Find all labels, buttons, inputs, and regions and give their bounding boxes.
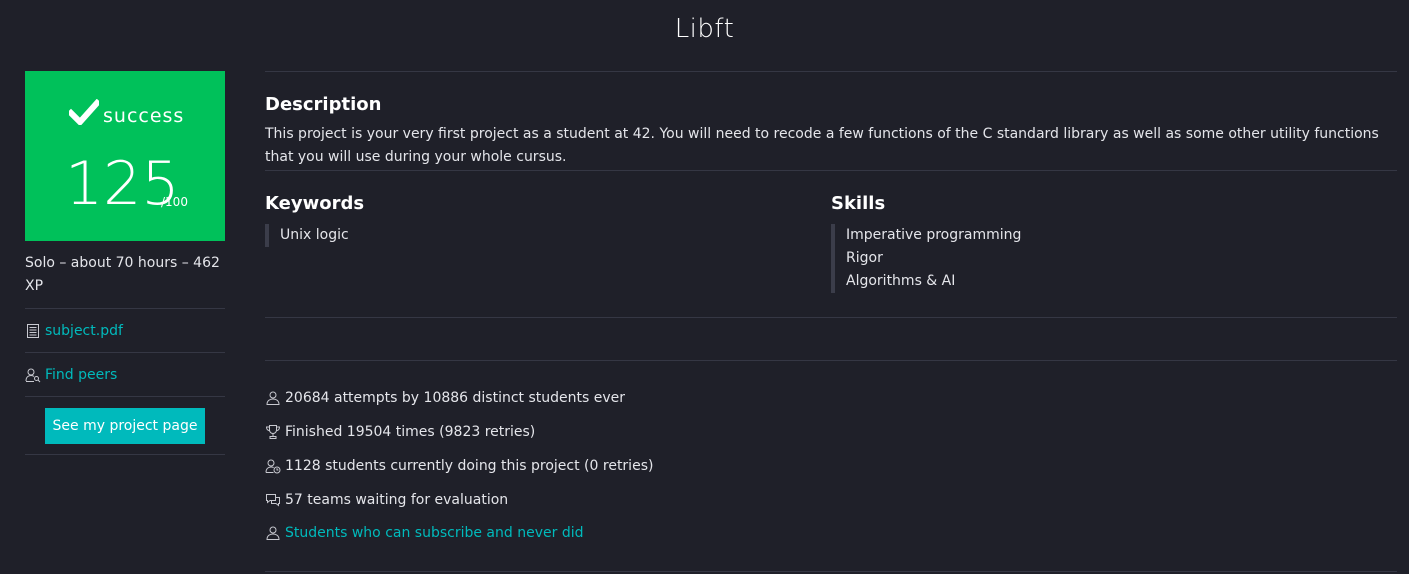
- description-heading: Description: [265, 94, 382, 115]
- skills-column: Skills Imperative programming Rigor Algo…: [831, 193, 1397, 317]
- keyword-item: Unix logic: [280, 227, 349, 243]
- keywords-heading: Keywords: [265, 193, 365, 214]
- left-sidebar: success 125 /100 Solo – about 70 hours –…: [25, 71, 225, 455]
- stat-current: 1128 students currently doing this proje…: [265, 449, 1397, 483]
- document-icon: [27, 323, 39, 338]
- skill-item: Imperative programming: [846, 227, 1022, 243]
- stat-attempts: 20684 attempts by 10886 distinct student…: [265, 381, 1397, 415]
- find-peers-link[interactable]: Find peers: [45, 367, 117, 383]
- stat-waiting: 57 teams waiting for evaluation: [265, 483, 1397, 517]
- stat-never-did: Students who can subscribe and never did: [265, 517, 1397, 549]
- trophy-icon: [265, 425, 281, 439]
- attempts-text: 20684 attempts by 10886 distinct student…: [285, 390, 626, 406]
- subject-row: subject.pdf: [25, 309, 225, 353]
- keywords-column: Keywords Unix logic: [265, 193, 831, 317]
- user-icon: [266, 526, 280, 540]
- description-section: Description This project is your very fi…: [265, 72, 1397, 170]
- divider: [265, 571, 1397, 572]
- empty-section: [265, 318, 1397, 360]
- project-meta: Solo – about 70 hours – 462 XP: [25, 252, 225, 309]
- see-project-page-button[interactable]: See my project page: [45, 407, 205, 444]
- main-content: Description This project is your very fi…: [265, 71, 1397, 549]
- project-page-row: See my project page: [25, 397, 225, 455]
- skills-heading: Skills: [831, 193, 886, 214]
- skill-item: Rigor: [846, 250, 883, 266]
- page-title: Libft: [674, 14, 735, 44]
- keywords-list: Unix logic: [265, 224, 831, 247]
- description-text: This project is your very first project …: [265, 126, 1379, 165]
- keywords-skills-section: Keywords Unix logic Skills Imperative pr…: [265, 171, 1397, 317]
- chat-bubbles-icon: [266, 494, 280, 507]
- user-search-icon: [25, 368, 41, 382]
- user-icon: [266, 391, 280, 405]
- status-badge: success 125 /100: [25, 71, 225, 241]
- user-clock-icon: [265, 459, 281, 474]
- skill-item: Algorithms & AI: [846, 273, 956, 289]
- subject-pdf-link[interactable]: subject.pdf: [45, 323, 123, 339]
- finished-text: Finished 19504 times (9823 retries): [285, 424, 536, 440]
- skills-list: Imperative programming Rigor Algorithms …: [831, 224, 1397, 293]
- never-did-link[interactable]: Students who can subscribe and never did: [285, 525, 583, 541]
- score-max: /100: [161, 195, 188, 209]
- stats-section: 20684 attempts by 10886 distinct student…: [265, 361, 1397, 549]
- checkmark-icon: [69, 99, 99, 125]
- find-peers-row: Find peers: [25, 353, 225, 397]
- current-text: 1128 students currently doing this proje…: [285, 458, 654, 474]
- status-label: success: [103, 105, 185, 127]
- waiting-text: 57 teams waiting for evaluation: [285, 492, 509, 508]
- stat-finished: Finished 19504 times (9823 retries): [265, 415, 1397, 449]
